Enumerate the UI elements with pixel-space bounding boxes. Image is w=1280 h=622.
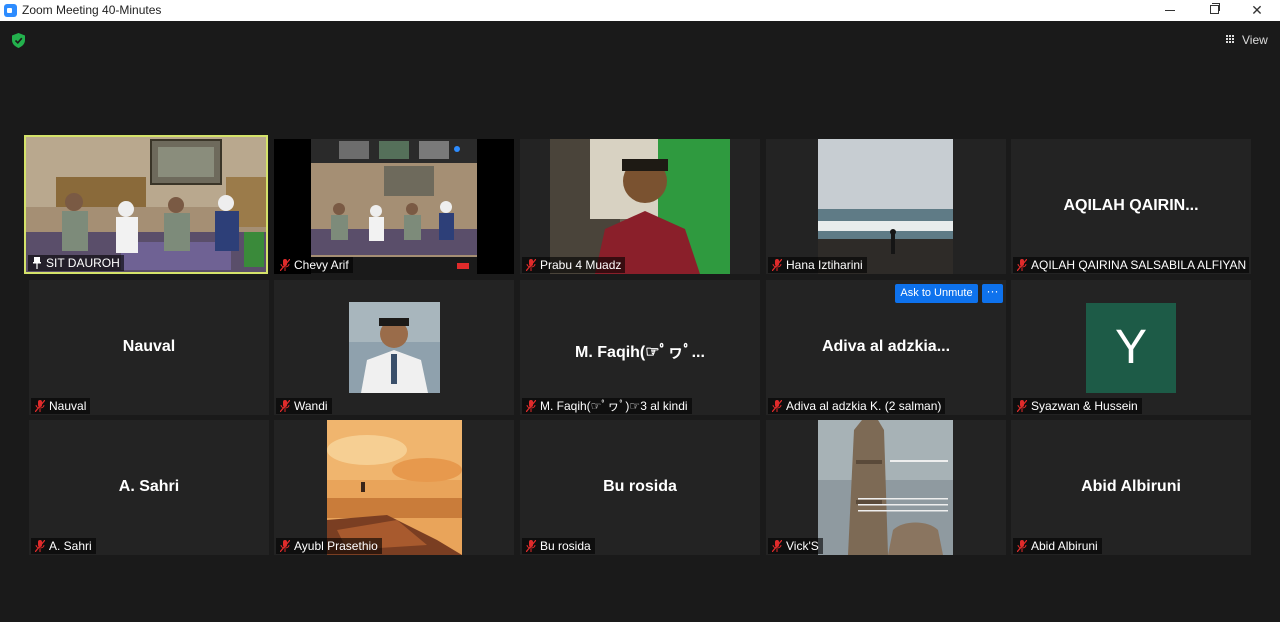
participant-video xyxy=(26,137,266,272)
participant-name-tag: A. Sahri xyxy=(31,538,96,554)
minimize-button[interactable] xyxy=(1152,0,1188,21)
participant-video xyxy=(327,420,462,555)
participant-name-tag: Hana Iztiharini xyxy=(768,257,867,273)
muted-mic-icon xyxy=(35,540,45,552)
participant-video xyxy=(818,139,953,274)
participant-name-tag: Abid Albiruni xyxy=(1013,538,1102,554)
muted-mic-icon xyxy=(1017,259,1027,271)
participant-tile-m-faqih[interactable]: M. Faqih(☞ﾟヮﾟ... M. Faqih(☞ﾟヮﾟ)☞3 al kin… xyxy=(520,280,760,415)
participant-name: Nauval xyxy=(49,399,87,413)
participant-display-name: A. Sahri xyxy=(118,478,180,495)
muted-mic-icon xyxy=(280,400,290,412)
participant-name-tag: Wandi xyxy=(276,398,332,414)
muted-mic-icon xyxy=(526,259,536,271)
participant-name: A. Sahri xyxy=(49,539,92,553)
participant-name: Syazwan & Hussein xyxy=(1031,399,1138,413)
view-label: View xyxy=(1242,33,1268,47)
participant-name: Hana Iztiharini xyxy=(786,258,863,272)
participant-display-name: Bu rosida xyxy=(603,478,677,495)
participant-name: Chevy Arif xyxy=(294,258,349,272)
window-title: Zoom Meeting 40-Minutes xyxy=(22,3,162,17)
participant-tile-prabu-4-muadz[interactable]: Prabu 4 Muadz xyxy=(520,139,760,274)
participant-name: M. Faqih(☞ﾟヮﾟ)☞3 al kindi xyxy=(540,399,688,413)
participant-name: Adiva al adzkia K. (2 salman) xyxy=(786,399,942,413)
participant-display-name: Adiva al adzkia... xyxy=(821,338,951,355)
participant-display-name: Abid Albiruni xyxy=(1081,478,1181,495)
muted-mic-icon xyxy=(35,400,45,412)
muted-mic-icon xyxy=(772,540,782,552)
avatar: Y xyxy=(1086,303,1176,393)
participant-tile-hana-iztiharini[interactable]: Hana Iztiharini xyxy=(766,139,1006,274)
muted-mic-icon xyxy=(526,400,536,412)
participant-name-tag: Ayubl Prasethio xyxy=(276,538,382,554)
participant-name-tag: Chevy Arif xyxy=(276,257,353,273)
participant-tile-wandi[interactable]: Wandi xyxy=(274,280,514,415)
participant-tile-abid-albiruni[interactable]: Abid Albiruni Abid Albiruni xyxy=(1011,420,1251,555)
participant-video xyxy=(274,139,514,274)
participant-name-tag: AQILAH QAIRINA SALSABILA ALFIYAN ... xyxy=(1013,257,1249,273)
participant-tile-vicks[interactable]: Vick'S xyxy=(766,420,1006,555)
title-bar: Zoom Meeting 40-Minutes ✕ xyxy=(0,0,1280,21)
pin-icon xyxy=(33,257,41,269)
muted-mic-icon xyxy=(1017,400,1027,412)
muted-mic-icon xyxy=(1017,540,1027,552)
participant-name: Wandi xyxy=(294,399,328,413)
participant-display-name: Nauval xyxy=(122,338,176,355)
muted-mic-icon xyxy=(772,400,782,412)
muted-mic-icon xyxy=(526,540,536,552)
participant-display-name: AQILAH QAIRIN... xyxy=(1063,197,1199,214)
view-button[interactable]: View xyxy=(1222,32,1272,48)
restore-button[interactable] xyxy=(1196,0,1232,21)
ask-to-unmute-button[interactable]: Ask to Unmute xyxy=(895,284,978,303)
participant-name: Bu rosida xyxy=(540,539,591,553)
participant-tile-ayubl-prasethio[interactable]: Ayubl Prasethio xyxy=(274,420,514,555)
muted-mic-icon xyxy=(280,540,290,552)
participant-name-tag: SIT DAUROH xyxy=(28,255,124,271)
participant-name: Abid Albiruni xyxy=(1031,539,1098,553)
close-button[interactable]: ✕ xyxy=(1239,0,1275,21)
grid-icon xyxy=(1226,35,1235,44)
participant-tile-a-sahri[interactable]: A. Sahri A. Sahri xyxy=(29,420,269,555)
participant-tile-syazwan-hussein[interactable]: Y Syazwan & Hussein xyxy=(1011,280,1251,415)
participant-name-tag: Syazwan & Hussein xyxy=(1013,398,1142,414)
participant-name-tag: M. Faqih(☞ﾟヮﾟ)☞3 al kindi xyxy=(522,398,692,414)
participant-name-tag: Vick'S xyxy=(768,538,823,554)
participant-name-tag: Adiva al adzkia K. (2 salman) xyxy=(768,398,946,414)
participant-name: Vick'S xyxy=(786,539,819,553)
participant-display-name: M. Faqih(☞ﾟヮﾟ... xyxy=(575,344,705,361)
participant-name: SIT DAUROH xyxy=(46,256,120,270)
participant-name: AQILAH QAIRINA SALSABILA ALFIYAN ... xyxy=(1031,258,1249,272)
participant-tile-sit-dauroh[interactable]: SIT DAUROH xyxy=(24,135,268,274)
participant-name: Ayubl Prasethio xyxy=(294,539,378,553)
participant-tile-nauval[interactable]: Nauval Nauval xyxy=(29,280,269,415)
participant-video xyxy=(818,420,953,555)
encryption-shield-icon[interactable] xyxy=(12,33,25,48)
zoom-app-icon xyxy=(4,4,17,17)
participant-name-tag: Prabu 4 Muadz xyxy=(522,257,626,273)
more-options-button[interactable]: ··· xyxy=(982,284,1003,303)
participant-tile-chevy-arif[interactable]: Chevy Arif xyxy=(274,139,514,274)
participant-video xyxy=(349,302,440,393)
muted-mic-icon xyxy=(772,259,782,271)
participant-name-tag: Bu rosida xyxy=(522,538,595,554)
participant-name-tag: Nauval xyxy=(31,398,91,414)
participant-name: Prabu 4 Muadz xyxy=(540,258,622,272)
participant-video xyxy=(550,139,730,274)
participant-tile-aqilah[interactable]: AQILAH QAIRIN... AQILAH QAIRINA SALSABIL… xyxy=(1011,139,1251,274)
participant-tile-bu-rosida[interactable]: Bu rosida Bu rosida xyxy=(520,420,760,555)
muted-mic-icon xyxy=(280,259,290,271)
